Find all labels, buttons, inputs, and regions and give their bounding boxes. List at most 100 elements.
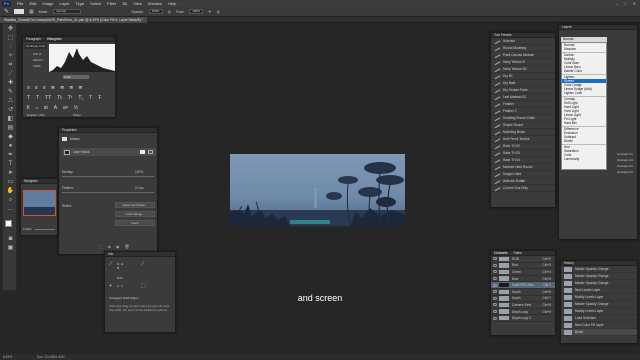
foreground-color-swatch[interactable] (5, 220, 12, 227)
strikethrough-icon[interactable]: Ŧ (98, 95, 101, 101)
tool-preset-item[interactable]: Leaf Abstract 02 (491, 94, 555, 101)
color-range-button[interactable]: Color Range... (115, 211, 155, 217)
superscript-icon[interactable]: T¹ (68, 95, 73, 101)
tool-preset-item[interactable]: Simple Round (491, 122, 555, 129)
justify-right-icon[interactable]: ≣ (69, 85, 73, 91)
more-tools-icon[interactable]: … (6, 206, 15, 213)
pressure-opacity-icon[interactable]: ◎ (168, 9, 172, 14)
histogram-channel-select[interactable]: Color (63, 75, 89, 79)
lasso-tool-icon[interactable]: ◌ (6, 44, 15, 51)
justify-all-icon[interactable]: ≣ (78, 85, 82, 91)
flow-field[interactable]: 100% (189, 9, 204, 14)
tool-preset-item[interactable]: Airbrush (491, 38, 555, 45)
channel-row[interactable]: Blue Ctrl+5 (491, 276, 555, 283)
layer-name-label[interactable]: Concept Art (617, 169, 639, 175)
swash-icon[interactable]: ℴ (36, 105, 38, 111)
channel-row[interactable]: Depth copy Ctrl+9 (491, 309, 555, 316)
crop-tool-icon[interactable]: ⌗ (6, 62, 15, 69)
fraction-icon[interactable]: ½ (74, 105, 78, 111)
menu-file[interactable]: File (14, 1, 26, 6)
history-state[interactable]: Master Opacity Change (561, 280, 637, 287)
load-selection-icon[interactable]: ⬚ (99, 244, 103, 249)
visibility-eye-icon[interactable] (493, 303, 497, 307)
justify-left-icon[interactable]: ≣ (51, 85, 55, 91)
align-left-icon[interactable]: ≡ (27, 85, 30, 91)
visibility-eye-icon[interactable] (493, 310, 497, 314)
blend-mode-option[interactable]: Lighter Color (562, 91, 606, 95)
opacity-field[interactable]: 100% (148, 9, 163, 14)
zoom-tool-icon[interactable]: ⌕ (6, 197, 15, 204)
density-slider[interactable] (62, 176, 154, 177)
pixel-mask-icon[interactable] (140, 150, 145, 154)
blur-tool-icon[interactable]: ◆ (6, 134, 15, 141)
tool-preset-item[interactable]: Modeling Brush (491, 129, 555, 136)
path-select-tool-icon[interactable]: ➤ (6, 170, 15, 177)
invert-button[interactable]: Invert (115, 220, 155, 226)
menu-filter[interactable]: Filter (104, 1, 119, 6)
tool-preset-item[interactable]: Rake TH 04 (491, 157, 555, 164)
history-brush-tool-icon[interactable]: ↺ (6, 107, 15, 114)
layer-mask-row[interactable]: Layer Mask (62, 148, 156, 156)
channel-row[interactable]: RGB Ctrl+2 (491, 256, 555, 263)
type-tool-icon[interactable]: T (6, 161, 15, 168)
select-and-mask-button[interactable]: Select and Mask... (115, 202, 155, 208)
tool-preset-item[interactable]: Dry Bath (491, 80, 555, 87)
scale-field[interactable]: 100% (33, 64, 41, 68)
vector-mask-icon[interactable] (148, 150, 153, 154)
tool-preset-item[interactable]: Dry Texture Paint (491, 87, 555, 94)
tool-preset-item[interactable]: Rake TH 03 (491, 150, 555, 157)
underline-icon[interactable]: T (89, 95, 92, 101)
tab-paragraph[interactable]: Paragraph (26, 37, 41, 41)
channel-row[interactable]: Green Ctrl+4 (491, 269, 555, 276)
clone-stamp-tool-icon[interactable]: ⎍ (6, 98, 15, 105)
blend-mode-option[interactable]: Luminosity (562, 157, 606, 161)
document-canvas[interactable] (230, 154, 405, 226)
visibility-eye-icon[interactable] (493, 263, 497, 267)
blend-mode-option[interactable]: Divide (562, 139, 606, 143)
brush-preset-picker[interactable] (14, 9, 25, 14)
blend-mode-option[interactable]: Darker Color (562, 69, 606, 73)
history-state[interactable]: Master Opacity Change (561, 266, 637, 273)
menu-select[interactable]: Select (87, 1, 104, 6)
titling-icon[interactable]: A (54, 105, 57, 111)
channel-row[interactable]: Camera View Ctrl+8 (491, 302, 555, 309)
close-icon[interactable]: ✕ (633, 1, 636, 6)
language-select[interactable]: English: USA (27, 113, 45, 117)
visibility-eye-icon[interactable] (493, 270, 497, 274)
navigator-zoom-value[interactable]: 6.49% (23, 227, 32, 231)
blend-mode-option[interactable]: Hard Mix (562, 121, 606, 125)
density-value[interactable]: 100% (135, 170, 143, 174)
eraser-tool-icon[interactable]: ◧ (6, 116, 15, 123)
font-size-field[interactable]: 100 pt (33, 52, 41, 56)
tool-preset-item[interactable]: Rake TH 02 (491, 143, 555, 150)
tool-preset-item[interactable]: Airbrush Rotate (491, 178, 555, 185)
visibility-eye-icon[interactable] (493, 316, 497, 320)
pen-tool-icon[interactable]: ✒ (6, 152, 15, 159)
tool-preset-item[interactable]: Hairy Texture B (491, 59, 555, 66)
faux-italic-icon[interactable]: T (36, 95, 39, 101)
subscript-icon[interactable]: T₁ (78, 95, 83, 101)
tool-preset-item[interactable]: Dry B1 (491, 73, 555, 80)
minimize-icon[interactable]: – (616, 1, 618, 6)
tool-preset-item[interactable]: Current Tool Only (491, 185, 555, 192)
tab-histogram[interactable]: Histogram (47, 37, 62, 41)
visibility-eye-icon[interactable] (493, 283, 497, 287)
dodge-tool-icon[interactable]: ● (6, 143, 15, 150)
healing-brush-tool-icon[interactable]: ✚ (6, 80, 15, 87)
history-state[interactable]: Master Opacity Change (561, 273, 637, 280)
maximize-icon[interactable]: □ (624, 1, 626, 6)
hand-tool-icon[interactable]: ✋ (6, 188, 15, 195)
feather-value[interactable]: 0.0 px (135, 186, 144, 190)
mode-dropdown[interactable]: Normal (53, 9, 82, 14)
history-state[interactable]: Modify Levels Layer (561, 308, 637, 315)
menu-view[interactable]: View (130, 1, 145, 6)
tool-preset-item[interactable]: Soft Pencil Texture (491, 136, 555, 143)
navigator-zoom-slider[interactable] (35, 229, 55, 230)
justify-center-icon[interactable]: ≣ (60, 85, 64, 91)
ligature-icon[interactable]: fi (27, 105, 30, 111)
shape-tool-icon[interactable]: ▭ (6, 179, 15, 186)
stylistic-icon[interactable]: st (44, 105, 48, 111)
menu-help[interactable]: Help (165, 1, 179, 6)
history-state[interactable]: Brush (561, 329, 637, 336)
pressure-size-icon[interactable]: ◎ (217, 9, 221, 14)
